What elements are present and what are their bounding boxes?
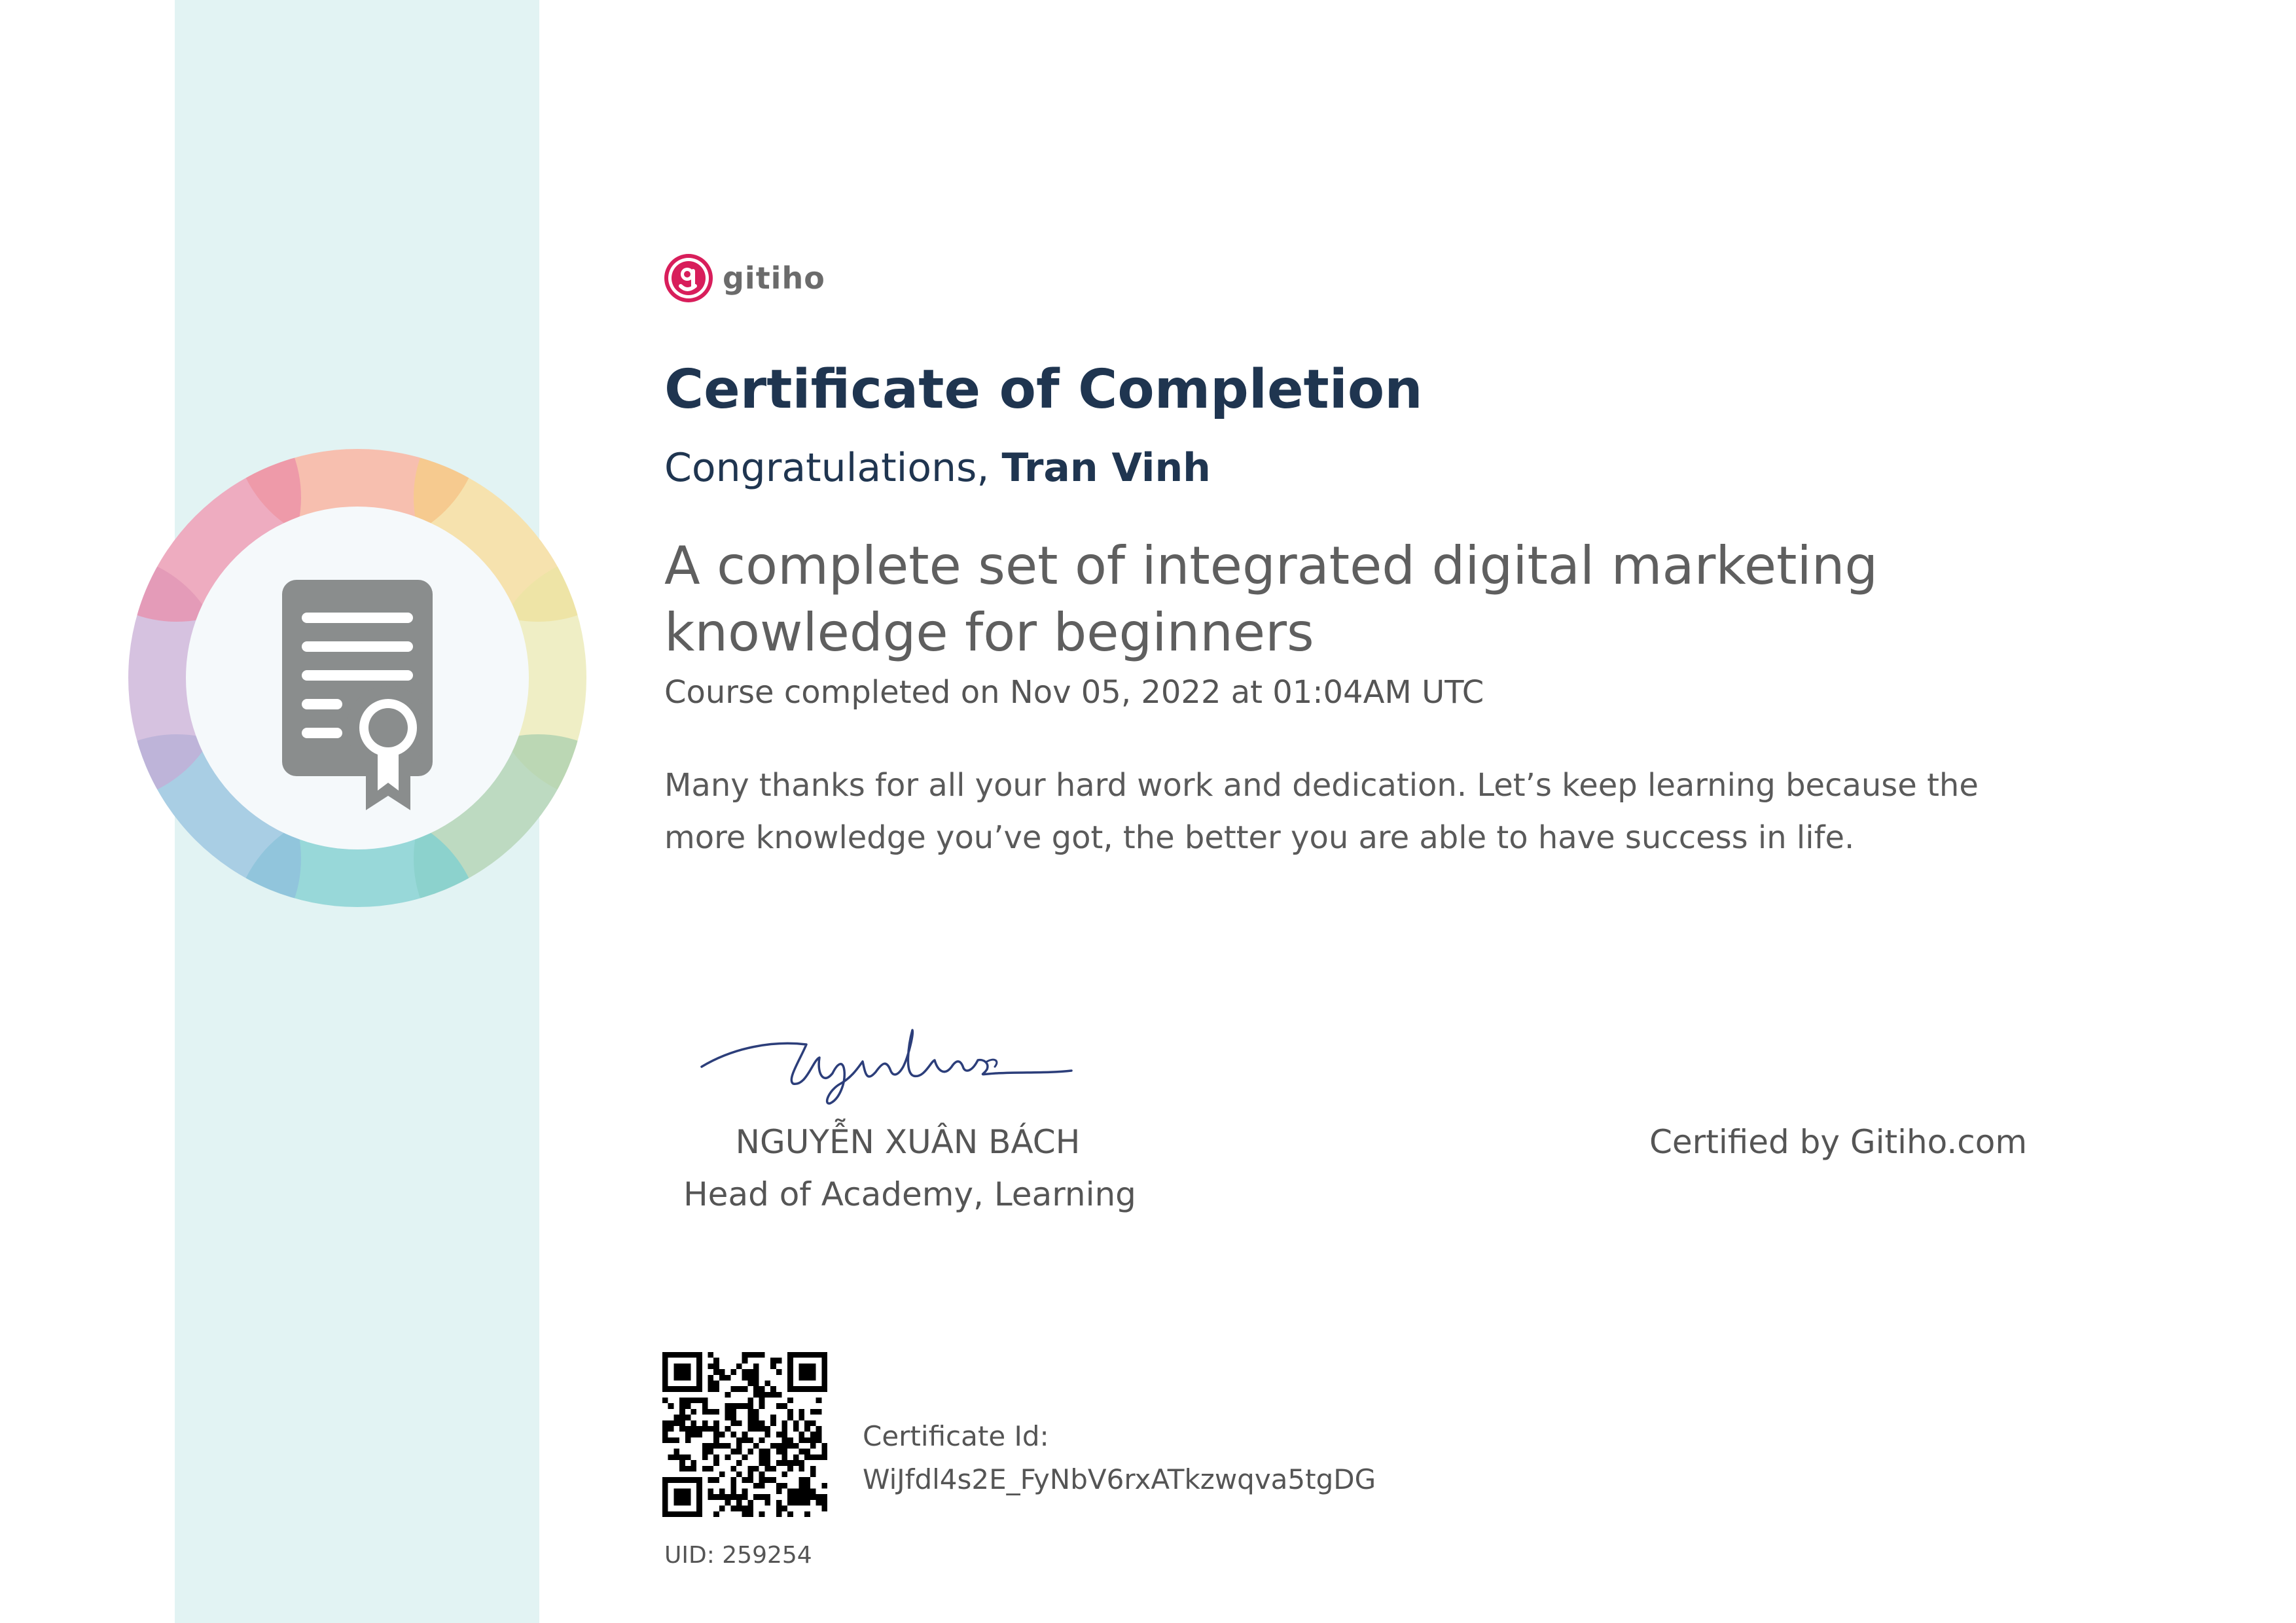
completion-date: Course completed on Nov 05, 2022 at 01:0… — [664, 674, 1484, 711]
course-title: A complete set of integrated digital mar… — [664, 535, 1878, 663]
recipient-name: Tran Vinh — [1001, 445, 1211, 491]
signatory-role: Head of Academy, Learning — [683, 1175, 1136, 1213]
signatory-name: NGUYỄN XUÂN BÁCH — [735, 1123, 1081, 1161]
certificate-title: Certificate of Completion — [664, 359, 1423, 421]
logo-text: gitiho — [723, 260, 825, 296]
handwritten-signature — [700, 1029, 1073, 1105]
certificate-page: gitiho Certificate of Completion Congrat… — [0, 0, 2296, 1623]
uid-label: UID: 259254 — [664, 1542, 812, 1569]
thank-you-message: Many thanks for all your hard work and d… — [664, 767, 1979, 856]
gitiho-logo: gitiho — [662, 249, 825, 308]
certificate-emblem — [128, 449, 586, 907]
congratulations-prefix: Congratulations, — [664, 445, 1002, 491]
certificate-id-label: Certificate Id: — [863, 1420, 1049, 1452]
certificate-id-value: WiJfdl4s2E_FyNbV6rxATkzwqva5tgDG — [863, 1463, 1376, 1495]
gitiho-logo-icon — [664, 254, 713, 302]
congratulations-line: Congratulations, Tran Vinh — [664, 445, 1211, 491]
certificate-document-icon — [282, 580, 433, 810]
certified-by: Certified by Gitiho.com — [1649, 1123, 2028, 1161]
qr-code — [662, 1352, 827, 1517]
